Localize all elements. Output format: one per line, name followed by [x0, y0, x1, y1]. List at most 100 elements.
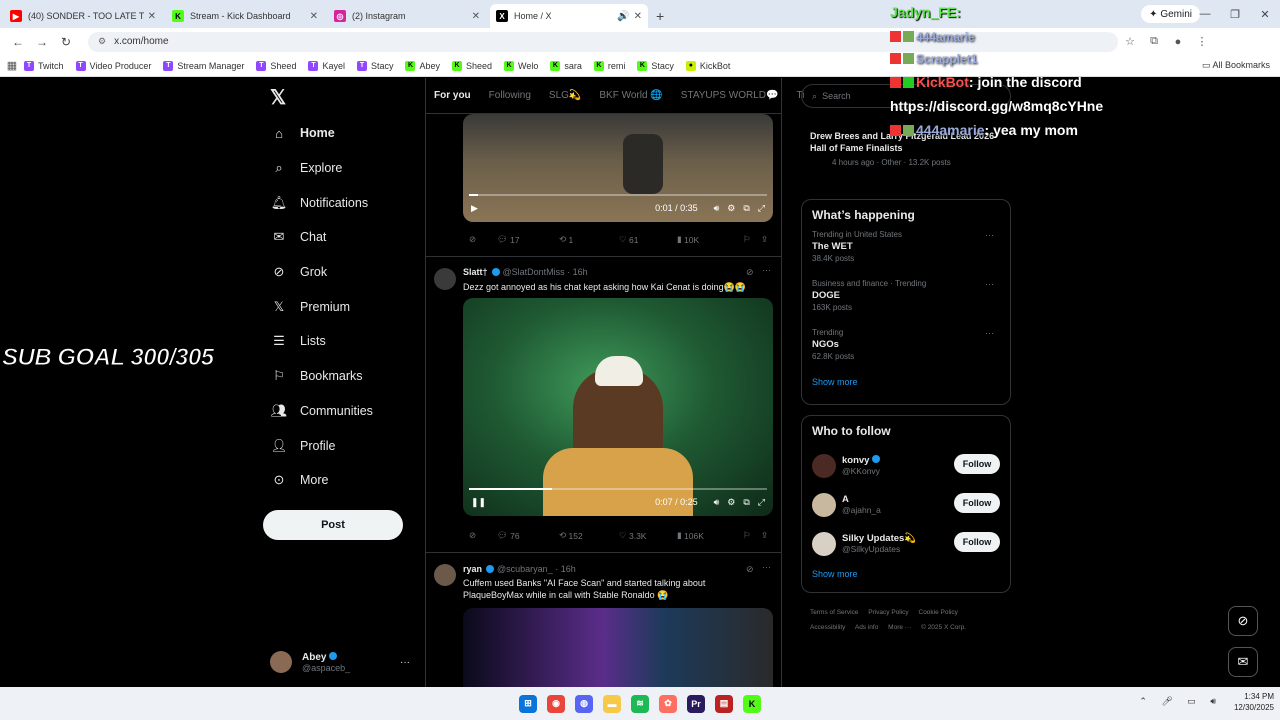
browser-tab-instagram[interactable]: ◎ (2) Instagram ✕	[328, 4, 486, 28]
follow-button[interactable]: Follow	[954, 532, 1000, 552]
follow-suggestion[interactable]: konvy @KKonvy Follow	[812, 446, 1000, 485]
reply-button[interactable]: 💬︎ 17	[497, 234, 559, 245]
more-dots-icon[interactable]: ···	[762, 265, 771, 275]
bookmark-item[interactable]: T Stream Manager	[163, 60, 244, 71]
file-explorer-icon[interactable]: ▬	[603, 694, 621, 713]
kick-icon[interactable]: K	[743, 694, 761, 713]
close-tab-icon[interactable]: ✕	[634, 11, 642, 22]
pip-icon[interactable]: ⧉	[743, 203, 749, 214]
repost-button[interactable]: ⟲ 1	[559, 234, 619, 245]
nav-chat[interactable]: ✉ Chat	[262, 220, 422, 255]
close-tab-icon[interactable]: ✕	[472, 11, 480, 22]
like-button[interactable]: ♡ 3.3K	[619, 530, 677, 541]
app-icon[interactable]: ▤	[715, 694, 733, 713]
tweet-age[interactable]: 16h	[561, 564, 576, 574]
post-button[interactable]: Post	[263, 510, 403, 540]
follow-button[interactable]: Follow	[954, 493, 1000, 513]
chrome-icon[interactable]: ◉	[547, 694, 565, 713]
tab-slg[interactable]: SLG💫	[549, 90, 581, 101]
nav-lists[interactable]: ☰ Lists	[262, 324, 422, 359]
volume-icon[interactable]: 🔊︎	[714, 203, 720, 214]
grok-float-button[interactable]: ⊘	[1228, 606, 1258, 636]
show-more-link[interactable]: Show more	[812, 569, 1000, 579]
grok-icon[interactable]: ⊘	[469, 530, 497, 541]
site-info-icon[interactable]: ⚙	[98, 36, 106, 47]
fullscreen-icon[interactable]: ⤢	[758, 203, 765, 214]
new-tab-icon[interactable]: +	[656, 8, 664, 24]
footer-link[interactable]: More ···	[888, 624, 911, 631]
bookmark-item[interactable]: T Twitch	[24, 60, 64, 71]
settings-icon[interactable]: ⚙	[727, 497, 735, 508]
tweet-video[interactable]: ▶ 0:01 / 0:35 🔊︎ ⚙ ⧉ ⤢	[463, 114, 773, 222]
views-button[interactable]: ▮ 106K	[677, 530, 743, 541]
grok-icon[interactable]: ⊘	[746, 267, 754, 278]
follow-suggestion[interactable]: A @ajahn_a Follow	[812, 485, 1000, 524]
avatar[interactable]	[434, 268, 456, 290]
tab-for-you[interactable]: For you	[434, 90, 471, 101]
video-progress-bar[interactable]	[469, 194, 767, 196]
nav-notifications[interactable]: 🔔︎ Notifications	[262, 185, 422, 220]
more-dots-icon[interactable]: ···	[985, 279, 994, 289]
messages-float-button[interactable]: ✉	[1228, 647, 1258, 677]
reply-button[interactable]: 💬︎ 76	[497, 530, 559, 541]
settings-icon[interactable]: ⚙	[727, 203, 735, 214]
grok-icon[interactable]: ⊘	[469, 234, 497, 245]
discord-icon[interactable]: ◍	[575, 694, 593, 713]
tweet-age[interactable]: 16h	[573, 267, 588, 277]
bookmark-item[interactable]: K Welo	[504, 60, 538, 71]
show-more-link[interactable]: Show more	[812, 377, 1000, 387]
forward-icon[interactable]: →	[30, 35, 54, 49]
bookmark-item[interactable]: ● KickBot	[685, 60, 730, 71]
trend-item[interactable]: Trending in United States The WET 38.4K …	[812, 230, 1000, 279]
nav-communities[interactable]: 👥︎ Communities	[262, 394, 422, 429]
mute-tab-icon[interactable]: 🔊	[617, 11, 629, 22]
trend-item[interactable]: Trending NGOs 62.8K posts ···	[812, 328, 1000, 377]
apps-grid-icon[interactable]: ▦	[0, 59, 24, 72]
spotify-icon[interactable]: ≋	[631, 694, 649, 713]
bookmark-item[interactable]: T Video Producer	[75, 60, 151, 71]
more-dots-icon[interactable]: ···	[985, 328, 994, 338]
tweet-image[interactable]	[463, 608, 773, 687]
fullscreen-icon[interactable]: ⤢	[758, 497, 765, 508]
tweet-video[interactable]: ❚❚ 0:07 / 0:25 🔊︎ ⚙ ⧉ ⤢	[463, 298, 773, 516]
back-icon[interactable]: ←	[6, 35, 30, 49]
play-icon[interactable]: ▶	[471, 203, 478, 214]
more-dots-icon[interactable]: ···	[762, 562, 771, 572]
views-button[interactable]: ▮ 10K	[677, 234, 743, 245]
nav-explore[interactable]: ⌕ Explore	[262, 151, 422, 186]
close-tab-icon[interactable]: ✕	[310, 11, 318, 22]
x-logo-icon[interactable]: 𝕏	[262, 78, 422, 116]
pip-icon[interactable]: ⧉	[743, 497, 749, 508]
repost-button[interactable]: ⟲ 152	[559, 530, 619, 541]
nav-premium[interactable]: 𝕏 Premium	[262, 289, 422, 324]
tab-following[interactable]: Following	[489, 90, 531, 101]
trend-item[interactable]: Business and finance · Trending DOGE 163…	[812, 279, 1000, 328]
nav-bookmarks[interactable]: ⚐ Bookmarks	[262, 359, 422, 394]
footer-link[interactable]: Terms of Service	[810, 609, 858, 616]
bookmark-item[interactable]: K Abey	[405, 60, 440, 71]
browser-tab-kick[interactable]: K Stream - Kick Dashboard ✕	[166, 4, 324, 28]
nav-more[interactable]: ⊙ More	[262, 463, 422, 498]
follow-suggestion[interactable]: Silky Updates💫 @SilkyUpdates Follow	[812, 524, 1000, 563]
windows-start-icon[interactable]: ⊞	[519, 694, 537, 713]
reload-icon[interactable]: ↻	[54, 35, 78, 49]
clock[interactable]: 1:34 PM 12/30/2025	[1234, 691, 1274, 713]
bookmark-item[interactable]: K Stacy	[637, 60, 674, 71]
tab-bkf-world[interactable]: BKF World 🌐	[599, 90, 662, 101]
avatar[interactable]	[434, 564, 456, 586]
more-dots-icon[interactable]: ···	[400, 657, 410, 668]
nav-home[interactable]: ⌂ Home	[262, 116, 422, 151]
follow-button[interactable]: Follow	[954, 454, 1000, 474]
share-icon[interactable]: ⇪	[761, 530, 768, 541]
video-progress-bar[interactable]	[469, 488, 767, 490]
author-name[interactable]: ryan	[463, 564, 482, 574]
bookmark-item[interactable]: K Sheed	[452, 60, 492, 71]
close-tab-icon[interactable]: ✕	[148, 11, 156, 22]
premiere-icon[interactable]: Pr	[687, 694, 705, 713]
footer-link[interactable]: Cookie Policy	[919, 609, 958, 616]
footer-link[interactable]: Privacy Policy	[868, 609, 908, 616]
bookmark-item[interactable]: T Sheed	[256, 60, 296, 71]
footer-link[interactable]: Ads info	[855, 624, 879, 631]
bookmark-item[interactable]: T Stacy	[356, 60, 393, 71]
app-icon[interactable]: ✿	[659, 694, 677, 713]
